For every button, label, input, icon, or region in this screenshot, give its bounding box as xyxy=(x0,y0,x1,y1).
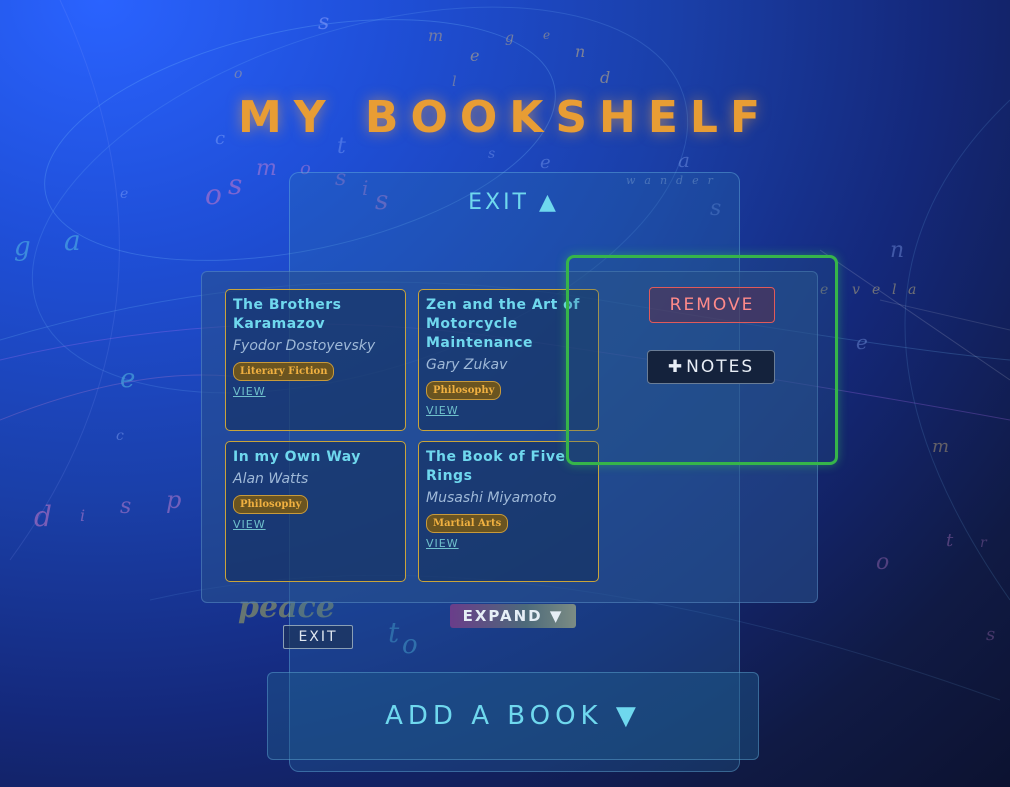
floating-letter: e xyxy=(120,186,129,202)
floating-letter: s xyxy=(120,494,132,519)
floating-letter: m xyxy=(428,26,444,45)
floating-letter: d xyxy=(600,68,611,87)
view-link[interactable]: VIEW xyxy=(233,518,398,531)
floating-letter: g xyxy=(505,30,514,46)
floating-letter: s xyxy=(986,624,996,645)
book-title: In my Own Way xyxy=(233,449,361,465)
floating-letter: o xyxy=(234,66,243,82)
genre-badge: Literary Fiction xyxy=(233,362,335,381)
floating-letter: t xyxy=(946,530,954,551)
expand-button[interactable]: EXPAND ▼ xyxy=(450,604,576,628)
floating-letter: n xyxy=(890,238,905,263)
floating-letter: n xyxy=(575,42,586,61)
add-book-button[interactable]: ADD A BOOK ▼ xyxy=(267,672,759,760)
floating-letter: d xyxy=(34,500,52,533)
floating-letter: i xyxy=(80,506,86,525)
floating-letter: m xyxy=(932,436,950,457)
genre-badge: Martial Arts xyxy=(426,514,509,533)
book-author: Alan Watts xyxy=(233,471,309,487)
floating-letter: s xyxy=(318,10,330,35)
floating-letter: o xyxy=(205,178,222,211)
genre-badge: Philosophy xyxy=(233,495,309,514)
floating-letter: e xyxy=(120,364,136,394)
floating-letter: a xyxy=(908,282,917,298)
book-author: Fyodor Dostoyevsky xyxy=(233,338,376,354)
floating-letter: e xyxy=(872,282,881,298)
book-card[interactable]: The Brothers Karamazov Fyodor Dostoyevsk… xyxy=(225,289,406,431)
floating-letter: r xyxy=(980,535,987,551)
view-link[interactable]: VIEW xyxy=(233,385,398,398)
book-card[interactable]: In my Own Way Alan Watts Philosophy VIEW xyxy=(225,441,406,582)
floating-letter: m xyxy=(256,156,277,181)
book-title: The Brothers Karamazov xyxy=(233,297,342,332)
floating-letter: l xyxy=(452,74,457,90)
genre-badge: Philosophy xyxy=(426,381,502,400)
floating-letter: v xyxy=(852,282,860,298)
floating-letter: e xyxy=(470,46,480,65)
notes-button[interactable]: ✚ NOTES xyxy=(647,350,775,384)
floating-letter: e xyxy=(543,28,551,42)
floating-letter: s xyxy=(228,168,243,201)
floating-letter: g xyxy=(14,232,31,262)
exit-top-button[interactable]: EXIT ▲ xyxy=(289,190,738,215)
exit-button[interactable]: EXIT xyxy=(283,625,353,649)
floating-letter: e xyxy=(540,152,551,173)
floating-letter: a xyxy=(64,224,81,257)
plus-icon: ✚ xyxy=(667,357,685,377)
floating-letter: l xyxy=(892,282,897,298)
floating-letter: s xyxy=(488,146,496,162)
floating-letter: e xyxy=(856,330,868,354)
floating-letter: a xyxy=(678,148,690,172)
page-title: MY BOOKSHELF xyxy=(237,92,773,143)
view-link[interactable]: VIEW xyxy=(426,537,591,550)
remove-button[interactable]: REMOVE xyxy=(649,287,775,323)
floating-letter: p xyxy=(166,486,182,514)
book-author: Musashi Miyamoto xyxy=(426,490,557,506)
floating-letter: c xyxy=(116,428,124,444)
floating-letter: o xyxy=(876,550,890,575)
notes-label: NOTES xyxy=(686,357,755,377)
